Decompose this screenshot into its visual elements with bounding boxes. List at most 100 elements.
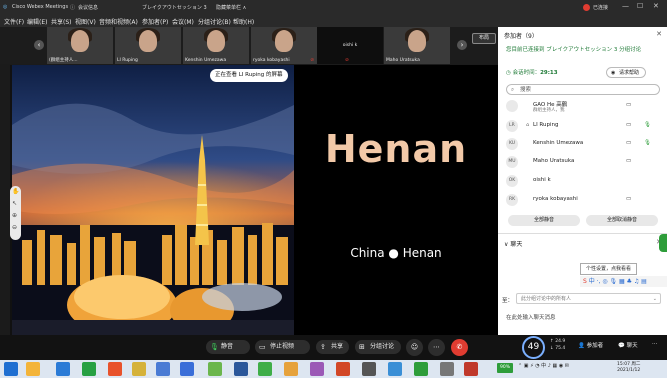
system-clock[interactable]: 15:07 周二 2021/1/12 (617, 362, 640, 374)
participant-row[interactable]: RK ryoka kobayashi ▭ (498, 192, 667, 209)
download-speed: ↓ 75.4 (550, 346, 566, 351)
mute-button[interactable]: 🎙 静音 (206, 340, 250, 354)
more-panels-icon[interactable]: ⋯ (652, 341, 658, 347)
pointer-icon[interactable]: ↖ (12, 200, 17, 207)
participant-name: Kenshin Umezawa (533, 140, 584, 146)
video-thumb[interactable]: (群组主持人... (47, 27, 113, 64)
zoom-out-icon[interactable]: ⊖ (12, 224, 17, 231)
more-options-icon[interactable]: ⋯ (428, 339, 445, 356)
system-tray-icons[interactable]: ⌃ ▣ ⚡ ◔ 中 ♪ ▦ ◉ ✉ (518, 362, 569, 369)
avatar: LR (506, 120, 518, 132)
app-icon[interactable] (208, 362, 222, 376)
ime-toolbar[interactable]: S 中 ·, ◎ 🎙 ▦ ♣ ♫ ▤ (580, 276, 667, 287)
menu-view[interactable]: 视图(V) (75, 17, 96, 26)
video-thumb[interactable]: LI Ruping (115, 27, 181, 64)
app-icon[interactable] (258, 362, 272, 376)
app-icon[interactable] (388, 362, 402, 376)
menu-help[interactable]: 帮助(H) (233, 17, 254, 26)
participant-row[interactable]: LR ⌂ LI Ruping ▭ 🎙 (498, 118, 667, 135)
video-thumb[interactable]: oishi k ⊘ (317, 27, 383, 64)
hide-menu-toggle[interactable]: 隐藏菜单栏 ∧ (216, 4, 246, 11)
app-icon[interactable] (180, 362, 194, 376)
end-meeting-icon[interactable]: ✆ (451, 339, 468, 356)
word-icon[interactable] (234, 362, 248, 376)
divider (498, 233, 667, 234)
participants-panel-header[interactable]: 参加者（9） (504, 31, 538, 40)
participant-row[interactable]: GAO He 高鶴 群组主持人，我 ▭ (498, 98, 667, 115)
reactions-icon[interactable]: ☺ (406, 339, 423, 356)
minimize-icon[interactable]: — (622, 2, 629, 10)
video-thumb[interactable]: ryoka kobayashi ⊘ (251, 27, 317, 64)
participant-row[interactable]: KU Kenshin Umezawa ▭ 🎙 (498, 136, 667, 153)
video-thumb[interactable]: Maho Uratsuka (384, 27, 450, 64)
webex-taskbar-icon[interactable] (414, 362, 428, 376)
chat-toggle-button[interactable]: 💬 聊天 (618, 341, 638, 349)
viewing-screen-label[interactable]: 正在查看 LI Ruping 的屏幕 (210, 69, 288, 82)
app-icon[interactable] (156, 362, 170, 376)
menu-meeting[interactable]: 会议(M) (172, 17, 194, 26)
mute-label: 静音 (221, 343, 234, 350)
maximize-icon[interactable]: ☐ (637, 2, 643, 10)
zoom-in-icon[interactable]: ⊕ (12, 212, 17, 219)
chrome-icon[interactable] (82, 362, 96, 376)
camera-icon: ▭ (626, 158, 632, 164)
participant-search-input[interactable]: ⌕ 搜索 (506, 84, 660, 95)
connected-dot-icon (583, 4, 590, 11)
personalize-tooltip: 个性设置，点我看看 (580, 263, 638, 275)
app-icon[interactable] (284, 362, 298, 376)
strip-next-icon[interactable]: › (457, 40, 467, 50)
panel-close-icon[interactable]: ✕ (656, 30, 662, 38)
folder-icon[interactable] (26, 362, 40, 376)
app-icon[interactable] (108, 362, 122, 376)
ie-icon[interactable] (56, 362, 70, 376)
strip-prev-icon[interactable]: ‹ (34, 40, 44, 50)
session-time: ◷ 会话时间：29:13 (506, 68, 558, 76)
participant-video-face (71, 30, 89, 52)
hand-icon[interactable]: ✋ (12, 188, 19, 195)
meeting-info-link[interactable]: 会议信息 (78, 4, 98, 11)
chat-recipient-select[interactable]: 此分组讨论中的所有人 ⌄ (516, 293, 661, 304)
powerpoint-icon[interactable] (336, 362, 350, 376)
menu-file[interactable]: 文件(F) (4, 17, 24, 26)
participant-row[interactable]: OK oishi k (498, 173, 667, 190)
participant-video-strip: ‹ (群组主持人... LI Ruping Kenshin Umezawa ry… (0, 27, 498, 64)
side-tab-icon[interactable] (659, 234, 667, 252)
app-icon[interactable] (440, 362, 454, 376)
menu-share[interactable]: 共享(S) (51, 17, 72, 26)
menu-participants[interactable]: 参加者(P) (142, 17, 168, 26)
ask-for-help-button[interactable]: ◉ 请求帮助 (606, 67, 647, 78)
zoom-toolbar: ✋ ↖ ⊕ ⊖ (10, 186, 21, 240)
share-screen-icon: ⇪ (320, 343, 326, 351)
app-icon[interactable] (362, 362, 376, 376)
upload-speed: ↑ 24.9 (550, 339, 566, 344)
connection-status: 已连接 (593, 5, 609, 11)
menu-breakout[interactable]: 分组讨论(B) (198, 17, 231, 26)
menu-edit[interactable]: 编辑(E) (27, 17, 47, 26)
menu-audio-video[interactable]: 音频和视频(A) (99, 17, 138, 26)
battery-badge[interactable]: 90% (497, 363, 513, 373)
participant-name: ryoka kobayashi (533, 196, 578, 202)
network-stats: ↑ 24.9 ↓ 75.4 (550, 338, 565, 352)
stop-video-button[interactable]: ▭ 停止视频 (255, 340, 310, 354)
chat-panel-header[interactable]: ∨ 聊天 (504, 239, 522, 248)
thumb-name: oishi k (342, 43, 358, 48)
share-button[interactable]: ⇪ 共享 (316, 340, 349, 354)
video-thumb[interactable]: Kenshin Umezawa (183, 27, 249, 64)
participants-toggle-button[interactable]: 👤 参加者 (578, 341, 603, 349)
unmute-all-button[interactable]: 全部取消静音 (586, 215, 658, 226)
chat-toggle-label: 聊天 (626, 343, 638, 349)
app-icon[interactable] (132, 362, 146, 376)
breakout-button[interactable]: ⊞ 分组讨论 (355, 340, 401, 354)
participant-name: LI Ruping (533, 122, 559, 128)
layout-button[interactable]: 布局 (472, 33, 496, 44)
henan-city-photo (12, 65, 294, 335)
info-icon[interactable]: ⓘ (70, 4, 75, 11)
app-icon[interactable] (310, 362, 324, 376)
mute-all-button[interactable]: 全部静音 (508, 215, 580, 226)
chat-input[interactable]: 在此处输入聊天消息 (506, 313, 556, 321)
share-label: 共享 (331, 343, 344, 350)
start-menu-icon[interactable] (4, 362, 18, 376)
participant-row[interactable]: MU Maho Uratsuka ▭ (498, 154, 667, 171)
app-icon[interactable] (464, 362, 478, 376)
close-icon[interactable]: ✕ (653, 2, 659, 10)
